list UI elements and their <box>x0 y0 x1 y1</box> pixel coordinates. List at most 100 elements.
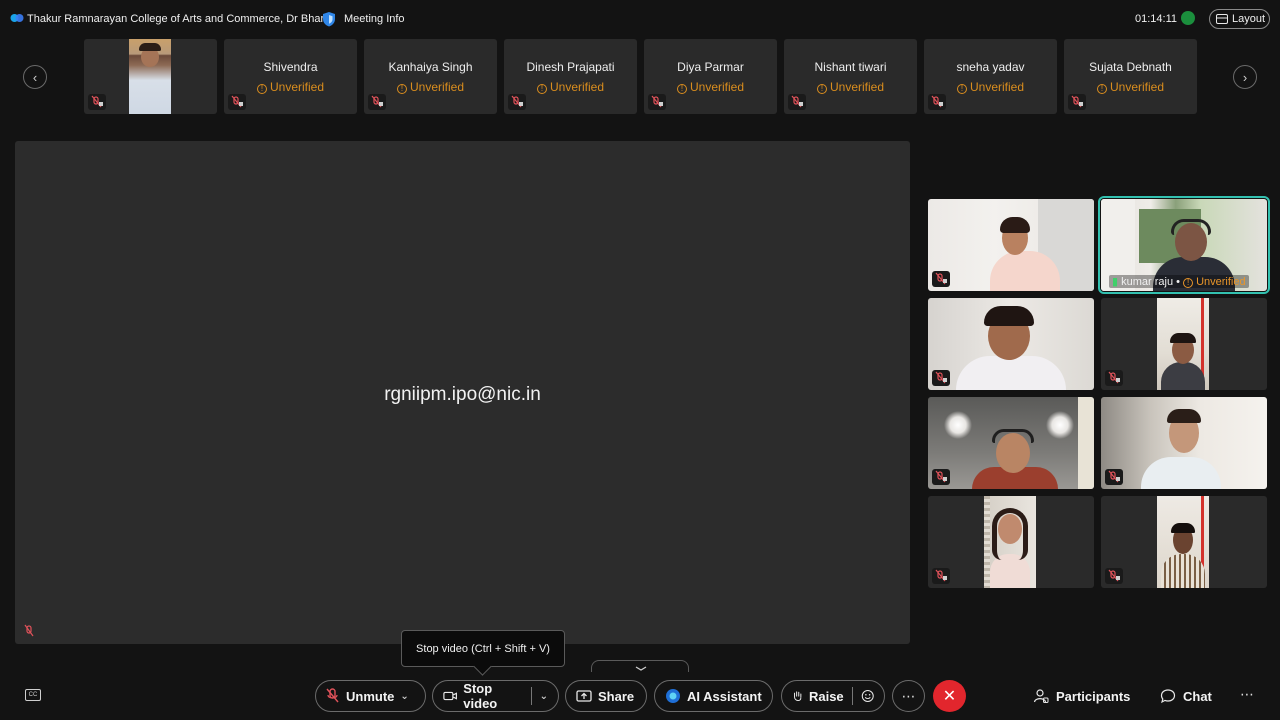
meeting-info-link[interactable]: Meeting Info <box>344 13 405 25</box>
participant-video <box>984 496 1036 588</box>
unverified-label: Unverified <box>1196 276 1246 288</box>
muted-icon <box>1105 469 1123 485</box>
meeting-timer: 01:14:11 <box>1135 13 1178 25</box>
more-panels-icon[interactable]: ⋯ <box>1240 686 1254 703</box>
label-separator: • <box>1176 276 1181 288</box>
raise-hand-button[interactable]: Raise <box>781 680 885 712</box>
chevron-down-icon <box>635 666 647 671</box>
share-screen-icon <box>576 689 592 702</box>
leave-meeting-button[interactable]: ✕ <box>933 680 966 712</box>
share-label: Share <box>598 688 635 704</box>
participant-name: Kanhaiya Singh <box>388 60 473 74</box>
muted-icon <box>1068 94 1086 110</box>
video-tile[interactable] <box>1101 397 1267 489</box>
unverified-status: ! Unverified <box>364 80 497 94</box>
muted-icon <box>1105 568 1123 584</box>
unverified-status: ! Unverified <box>784 80 917 94</box>
ai-assistant-label: AI Assistant <box>687 688 762 704</box>
participants-button[interactable]: Participants <box>1033 685 1130 707</box>
tooltip-text: Stop video (Ctrl + Shift + V) <box>416 642 550 655</box>
chat-bubble-icon <box>1160 689 1176 704</box>
muted-icon <box>368 94 386 110</box>
video-tile[interactable] <box>928 397 1094 489</box>
unverified-status: ! Unverified <box>644 80 777 94</box>
participant-name: Shivendra <box>263 60 318 74</box>
ai-assistant-button[interactable]: AI Assistant <box>654 680 773 712</box>
more-options-icon: ⋯ <box>901 687 916 704</box>
participant-name: sneha yadav <box>956 60 1025 74</box>
top-bar: Thakur Ramnarayan College of Arts and Co… <box>0 0 1280 38</box>
video-tile[interactable] <box>1101 298 1267 390</box>
warning-icon: ! <box>676 84 687 94</box>
layout-icon <box>1216 14 1228 24</box>
strip-next-button[interactable]: › <box>1233 65 1257 89</box>
warning-icon: ! <box>816 84 827 94</box>
muted-icon <box>932 271 950 287</box>
stop-video-label: Stop video <box>463 681 498 711</box>
participant-tile-self[interactable] <box>84 39 217 114</box>
chevron-right-icon: › <box>1242 69 1248 85</box>
participant-tile[interactable]: sneha yadav ! Unverified <box>924 39 1057 114</box>
participant-tile[interactable]: Shivendra ! Unverified <box>224 39 357 114</box>
unverified-status: ! Unverified <box>224 80 357 94</box>
muted-icon <box>932 568 950 584</box>
raise-label: Raise <box>808 688 844 704</box>
muted-icon <box>24 624 34 637</box>
participant-tile[interactable]: Sujata Debnath ! Unverified <box>1064 39 1197 114</box>
participant-video <box>928 298 1094 390</box>
muted-icon <box>932 370 950 386</box>
participants-icon <box>1033 689 1049 703</box>
divider <box>851 687 853 705</box>
ai-assistant-icon <box>666 689 680 703</box>
participant-tile[interactable]: Diya Parmar ! Unverified <box>644 39 777 114</box>
participant-tile[interactable]: Kanhaiya Singh ! Unverified <box>364 39 497 114</box>
muted-icon <box>508 94 526 110</box>
chat-button[interactable]: Chat <box>1160 685 1212 707</box>
stop-video-button[interactable]: Stop video ⌄ <box>432 680 559 712</box>
unverified-status: ! Unverified <box>1064 80 1197 94</box>
muted-icon <box>228 94 246 110</box>
unverified-status: ! Unverified <box>1183 276 1246 288</box>
unmute-label: Unmute <box>346 688 395 704</box>
participant-video <box>1157 496 1209 588</box>
participant-video <box>129 39 171 114</box>
active-speaker-label: ▮ kumar raju • ! Unverified <box>1109 275 1249 288</box>
unverified-label: Unverified <box>1109 80 1165 94</box>
participant-video <box>928 199 1094 291</box>
unmute-button[interactable]: Unmute ⌄ <box>315 680 426 712</box>
unverified-label: Unverified <box>549 80 605 94</box>
chevron-down-icon[interactable]: ⌄ <box>400 691 408 702</box>
participant-name: Nishant tiwari <box>814 60 887 74</box>
participant-name: Diya Parmar <box>677 60 744 74</box>
muted-icon <box>88 94 106 110</box>
participant-tile[interactable]: Nishant tiwari ! Unverified <box>784 39 917 114</box>
video-tile[interactable] <box>928 298 1094 390</box>
more-options-button[interactable]: ⋯ <box>892 680 925 712</box>
video-tile-active-speaker[interactable]: ▮ kumar raju • ! Unverified <box>1098 196 1270 294</box>
closed-captions-icon[interactable]: CC <box>25 689 41 701</box>
video-tile[interactable] <box>928 496 1094 588</box>
video-tile[interactable] <box>1101 496 1267 588</box>
video-tile[interactable] <box>928 199 1094 291</box>
main-stage[interactable]: rgniipm.ipo@nic.in <box>15 141 910 644</box>
participant-tile[interactable]: Dinesh Prajapati ! Unverified <box>504 39 637 114</box>
layout-button[interactable]: Layout <box>1209 9 1270 29</box>
participant-name: Dinesh Prajapati <box>526 60 615 74</box>
share-button[interactable]: Share <box>565 680 647 712</box>
shield-icon[interactable] <box>322 11 336 27</box>
collapse-controls-tab[interactable] <box>591 660 689 672</box>
connection-status-icon[interactable] <box>1181 11 1195 25</box>
unverified-label: Unverified <box>969 80 1025 94</box>
participant-name: Sujata Debnath <box>1089 60 1172 74</box>
warning-icon: ! <box>256 84 267 94</box>
unverified-label: Unverified <box>829 80 885 94</box>
unverified-status: ! Unverified <box>924 80 1057 94</box>
strip-prev-button[interactable]: ‹ <box>23 65 47 89</box>
reactions-emoji-icon[interactable] <box>861 688 874 704</box>
participants-label: Participants <box>1056 688 1131 704</box>
chat-label: Chat <box>1183 688 1212 704</box>
webex-logo-icon <box>10 14 24 22</box>
unverified-label: Unverified <box>269 80 325 94</box>
chevron-down-icon[interactable]: ⌄ <box>540 691 548 702</box>
muted-icon <box>1105 370 1123 386</box>
